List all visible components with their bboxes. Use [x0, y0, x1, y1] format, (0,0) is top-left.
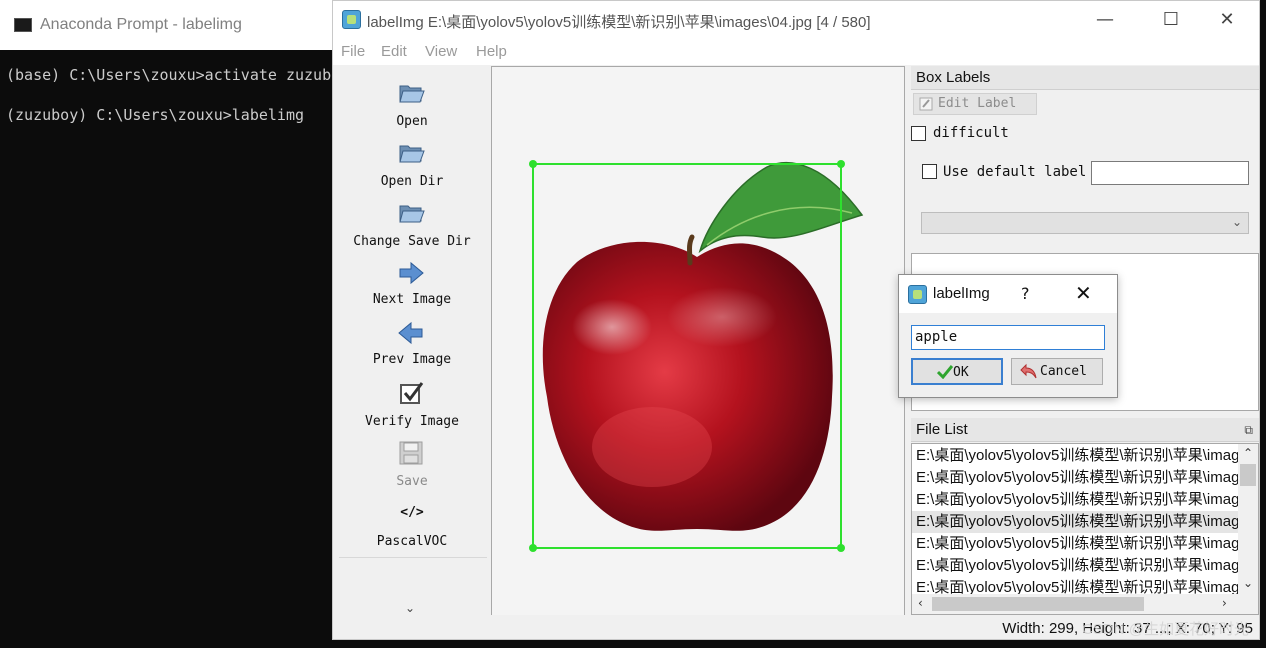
use-default-label-checkbox[interactable] [922, 164, 937, 179]
toolbar-divider [339, 557, 487, 558]
label-combo-box[interactable]: ⌄ [921, 212, 1249, 234]
open-label: Open [396, 114, 428, 129]
file-list-item[interactable]: E:\桌面\yolov5\yolov5训练模型\新识别\苹果\images\06… [912, 555, 1238, 577]
file-list-item[interactable]: E:\桌面\yolov5\yolov5训练模型\新识别\苹果\images\01… [912, 445, 1238, 467]
menu-help[interactable]: Help [476, 43, 507, 60]
scroll-up-icon[interactable]: ⌃ [1243, 446, 1253, 460]
ok-button[interactable]: OK [911, 358, 1003, 385]
window-title: labelImg E:\桌面\yolov5\yolov5训练模型\新识别\苹果\… [367, 14, 871, 31]
label-input[interactable]: apple [911, 325, 1105, 350]
cancel-button[interactable]: Cancel [1011, 358, 1103, 385]
float-dock-icon[interactable]: ⧉ [1244, 418, 1253, 442]
watermark: CSDN @生如夏花好时光 [1082, 621, 1249, 638]
change-save-dir-label: Change Save Dir [353, 234, 471, 249]
check-icon [937, 365, 953, 379]
image-canvas[interactable] [491, 66, 905, 616]
toolbar: Open Open Dir Change Save Dir Next Image [333, 65, 491, 615]
scroll-left-icon[interactable]: ‹ [918, 596, 923, 610]
cancel-label: Cancel [1040, 364, 1087, 379]
console-window: Anaconda Prompt - labelimg (base) C:\Use… [0, 0, 349, 648]
file-list-title: File List ⧉ [911, 418, 1259, 442]
edit-label-button[interactable]: Edit Label [913, 93, 1037, 115]
format-label: PascalVOC [376, 534, 448, 549]
console-line: (base) C:\Users\zouxu>activate zuzuboy [6, 66, 350, 84]
menubar: File Edit View Help [333, 39, 1259, 65]
save-label: Save [396, 474, 428, 489]
file-list-item[interactable]: E:\桌面\yolov5\yolov5训练模型\新识别\苹果\images\03… [912, 489, 1238, 511]
menu-file[interactable]: File [341, 43, 365, 60]
console-title: Anaconda Prompt - labelimg [40, 16, 242, 33]
labelimg-app-icon [908, 285, 927, 304]
arrow-right-icon [399, 261, 424, 285]
folder-open-icon [399, 205, 425, 223]
difficult-checkbox[interactable] [911, 126, 926, 141]
verify-image-label: Verify Image [365, 414, 459, 429]
code-icon: </> [400, 505, 424, 520]
edit-icon [919, 97, 933, 111]
minimize-button[interactable]: — [1085, 7, 1125, 33]
file-list[interactable]: E:\桌面\yolov5\yolov5训练模型\新识别\苹果\images\01… [911, 443, 1259, 615]
file-list-item[interactable]: E:\桌面\yolov5\yolov5训练模型\新识别\苹果\images\05… [912, 533, 1238, 555]
titlebar: labelImg E:\桌面\yolov5\yolov5训练模型\新识别\苹果\… [333, 1, 1259, 39]
folder-open-icon [399, 145, 425, 163]
labelimg-window: labelImg E:\桌面\yolov5\yolov5训练模型\新识别\苹果\… [332, 0, 1260, 640]
scroll-down-icon[interactable]: ⌄ [1243, 576, 1253, 590]
bbox-handle[interactable] [837, 160, 845, 168]
dialog-title: labelImg [933, 285, 990, 302]
undo-arrow-icon [1020, 363, 1037, 379]
terminal-icon [14, 18, 32, 32]
labelimg-app-icon [342, 10, 361, 29]
console-titlebar: Anaconda Prompt - labelimg [0, 0, 340, 50]
close-icon[interactable]: ✕ [1075, 281, 1092, 305]
chevron-down-icon: ⌄ [1231, 215, 1242, 229]
scroll-thumb[interactable] [1240, 464, 1256, 486]
bbox-handle[interactable] [529, 544, 537, 552]
close-button[interactable]: ✕ [1207, 7, 1247, 33]
status-bar: Width: 299, Height: 37 ...; X: 70; Y: 95… [333, 615, 1259, 639]
apple-image [529, 160, 864, 552]
vertical-scrollbar[interactable]: ⌃ ⌄ [1238, 444, 1258, 594]
next-image-label: Next Image [372, 292, 452, 307]
scroll-thumb[interactable] [932, 597, 1144, 611]
horizontal-scrollbar[interactable]: ‹ › [912, 594, 1258, 614]
checkbox-check-icon [400, 382, 424, 404]
box-labels-title: Box Labels [911, 66, 1259, 90]
arrow-left-icon [398, 321, 423, 345]
file-list-item[interactable]: E:\桌面\yolov5\yolov5训练模型\新识别\苹果\images\02… [912, 467, 1238, 489]
menu-view[interactable]: View [425, 43, 457, 60]
file-list-title-text: File List [916, 421, 968, 438]
prev-image-label: Prev Image [372, 352, 452, 367]
floppy-disk-icon [399, 441, 423, 465]
maximize-button[interactable]: ☐ [1151, 7, 1191, 33]
default-label-input[interactable] [1091, 161, 1249, 185]
bbox-handle[interactable] [529, 160, 537, 168]
difficult-label: difficult [933, 125, 1009, 141]
menu-edit[interactable]: Edit [381, 43, 407, 60]
help-icon[interactable]: ? [1021, 284, 1030, 303]
file-list-item-selected[interactable]: E:\桌面\yolov5\yolov5训练模型\新识别\苹果\images\04… [912, 511, 1238, 533]
bbox-handle[interactable] [837, 544, 845, 552]
edit-label-text: Edit Label [938, 96, 1017, 111]
dialog-titlebar: labelImg ? ✕ [899, 275, 1117, 313]
scroll-right-icon[interactable]: › [1222, 596, 1227, 610]
label-dialog: labelImg ? ✕ apple OK Cancel [898, 274, 1118, 398]
folder-open-icon [399, 85, 425, 103]
console-line: (zuzuboy) C:\Users\zouxu>labelimg [6, 106, 305, 124]
open-dir-label: Open Dir [380, 174, 444, 189]
ok-label: OK [953, 365, 969, 380]
use-default-label-label: Use default label [943, 164, 1087, 180]
chevron-down-icon[interactable]: ⌄ [405, 601, 415, 615]
